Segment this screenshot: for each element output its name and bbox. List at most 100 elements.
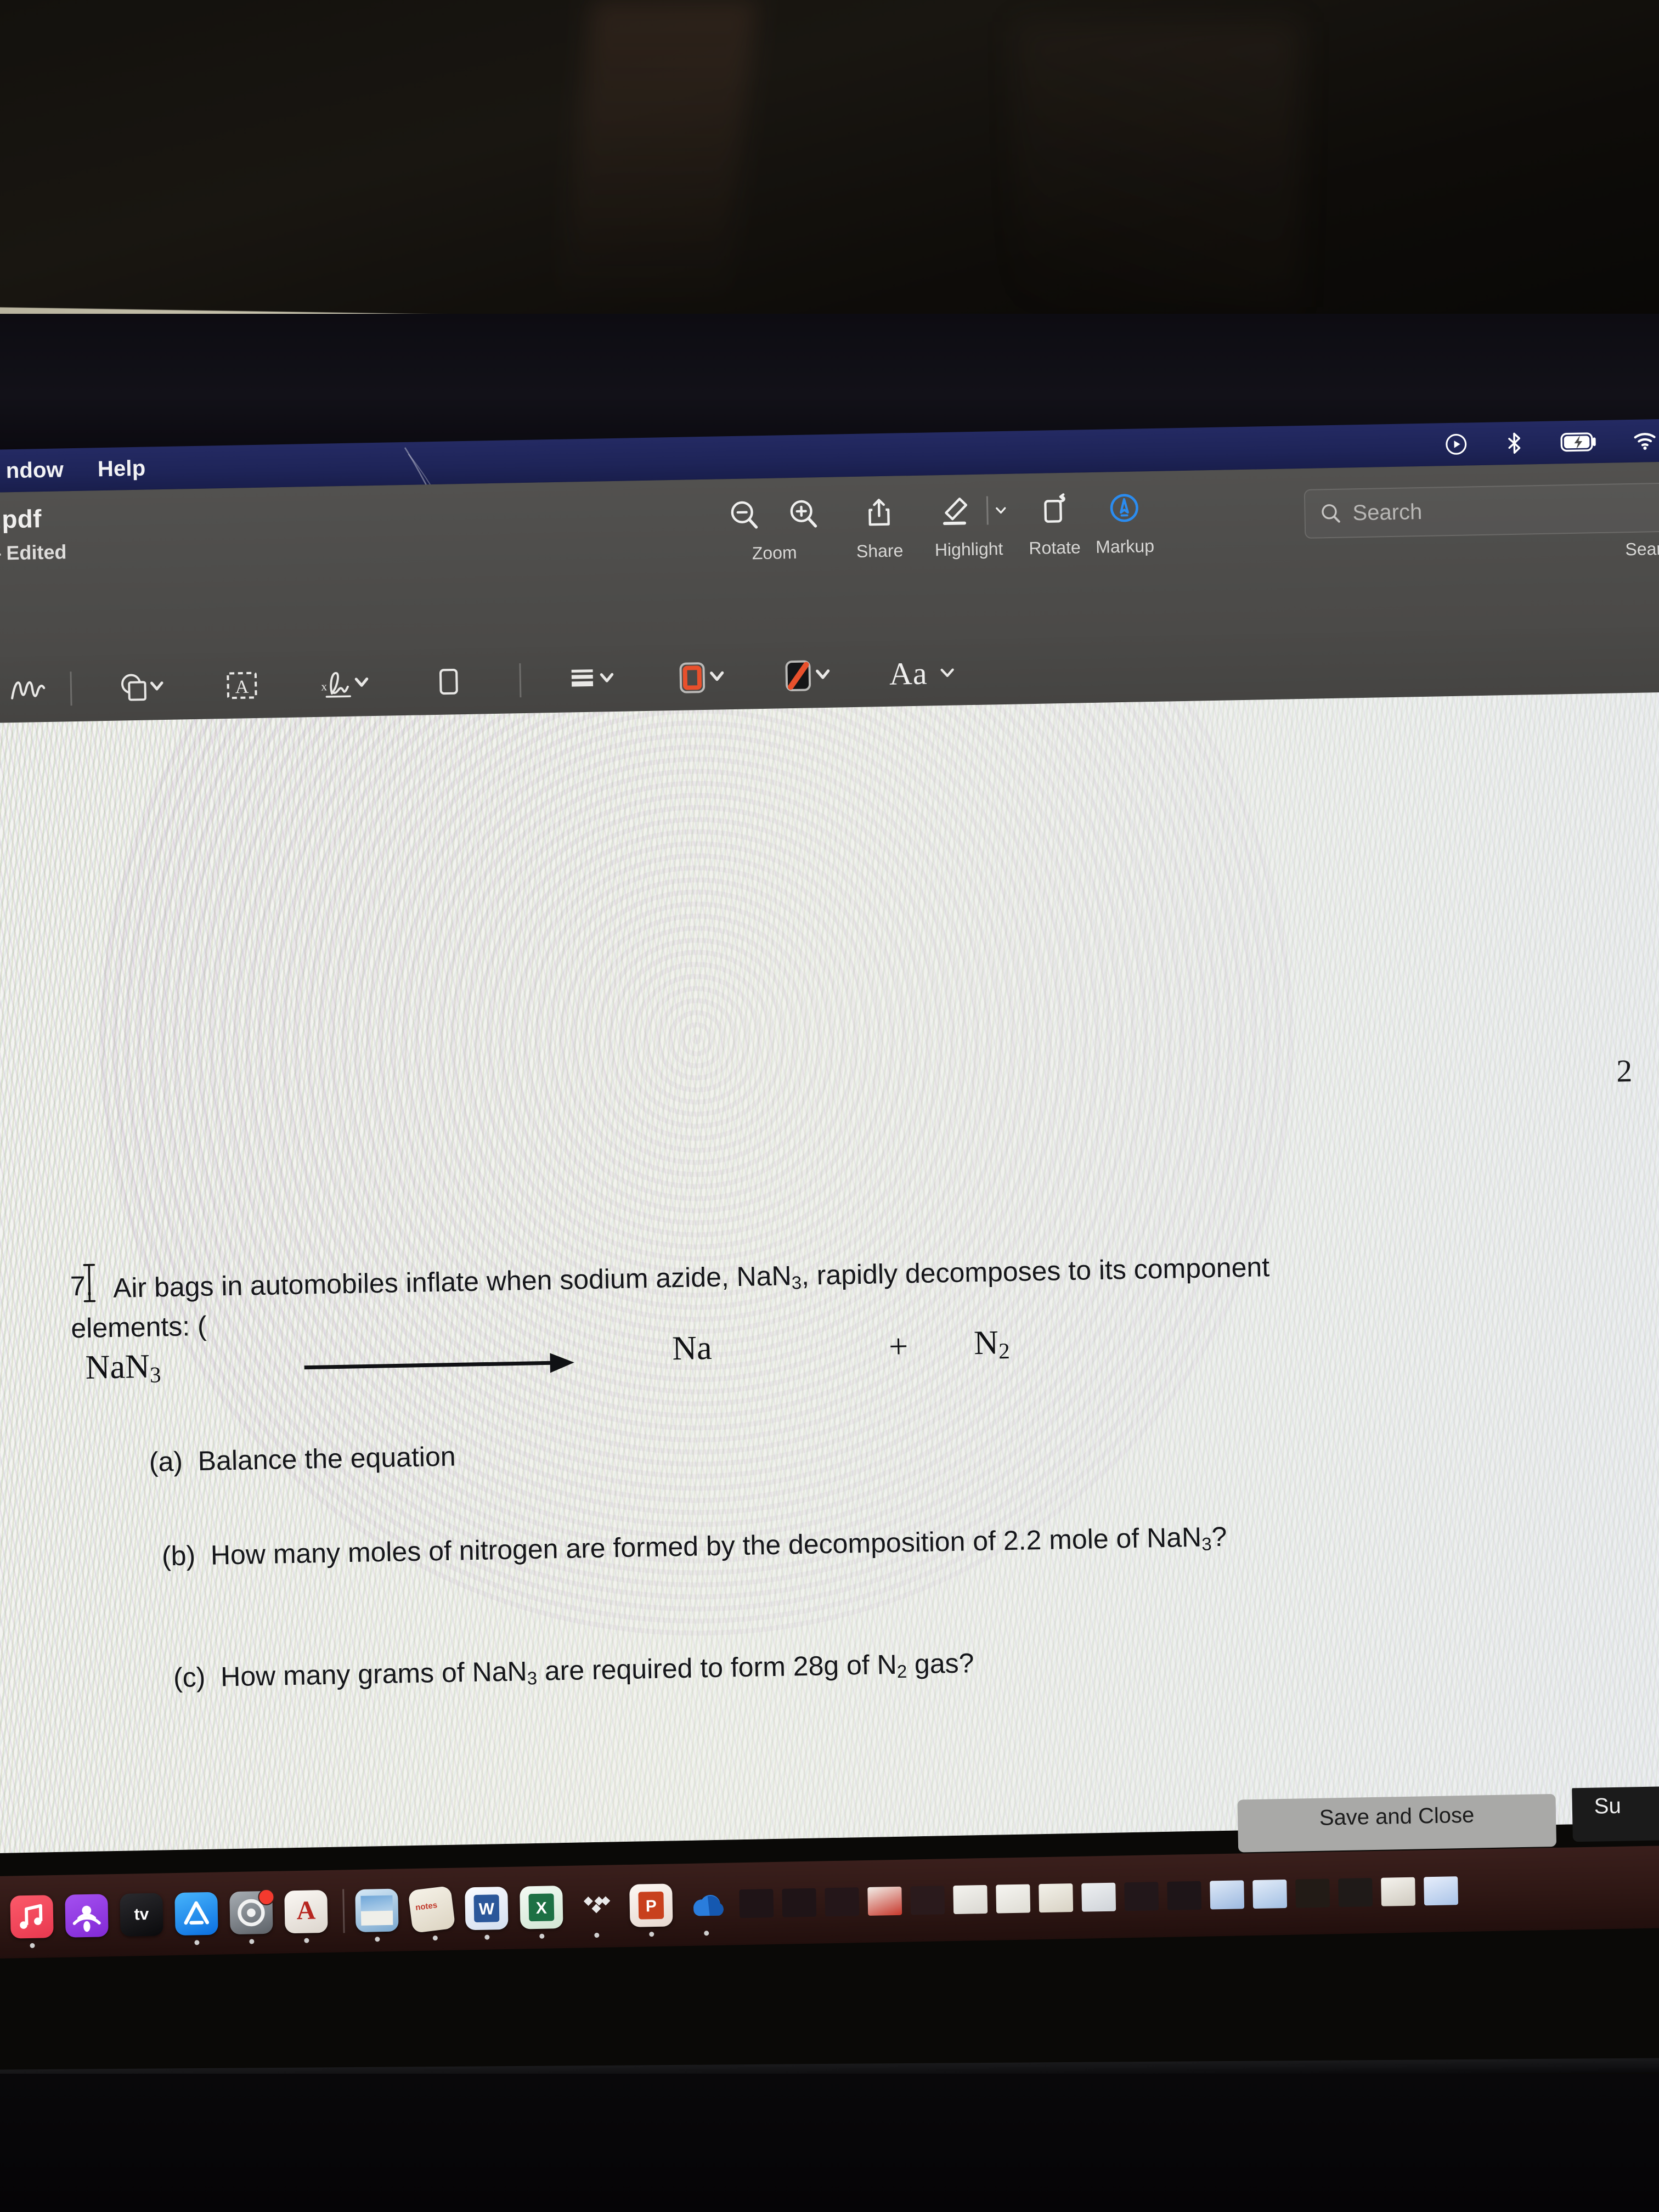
fill-color-icon	[785, 660, 830, 692]
background-app-buttons: Save and Close Su	[1210, 1785, 1659, 1855]
share-group: Share	[849, 482, 910, 562]
dock-minimized-window[interactable]	[1295, 1878, 1330, 1908]
question-line-2: elements: (	[70, 1310, 207, 1344]
dock-minimized-window[interactable]	[739, 1889, 774, 1918]
dock-minimized-window[interactable]	[1210, 1880, 1245, 1910]
dock-adobe-acrobat-icon[interactable]: A	[284, 1889, 328, 1943]
rotate-button[interactable]	[1024, 479, 1084, 539]
dock-minimized-window[interactable]	[1124, 1882, 1159, 1911]
share-button[interactable]	[849, 482, 909, 543]
text-style-label: Aa	[889, 655, 928, 692]
part-b-label: (b)	[161, 1540, 196, 1572]
highlight-menu-chevron[interactable]	[990, 481, 1012, 540]
highlight-button[interactable]	[924, 481, 985, 541]
border-color-tool-button[interactable]	[653, 643, 751, 710]
part-a-label: (a)	[149, 1446, 183, 1477]
dock-separator	[342, 1889, 345, 1933]
note-tool-button[interactable]	[409, 648, 487, 715]
dock-running-dot	[194, 1940, 200, 1945]
part-c-label: (c)	[173, 1661, 206, 1694]
dock-running-dot	[375, 1937, 380, 1942]
dock-running-dot	[249, 1939, 255, 1944]
rotate-group: Rotate	[1024, 479, 1085, 558]
dock-minimized-window[interactable]	[782, 1888, 817, 1917]
media-play-icon[interactable]	[1444, 432, 1469, 456]
laptop-screen: ndow Help 1.pdf Edited Zoom Share Highli…	[0, 419, 1659, 2073]
sketch-tool-button[interactable]	[0, 656, 71, 723]
reaction-arrow-icon	[304, 1353, 574, 1373]
dock-appstore-icon[interactable]	[174, 1892, 218, 1945]
battery-charging-icon[interactable]	[1560, 430, 1599, 454]
markup-label: Markup	[1095, 535, 1155, 557]
dock-minimized-window[interactable]	[996, 1884, 1031, 1914]
dock-running-dot	[30, 1943, 35, 1948]
dock-powerpoint-icon[interactable]: P	[629, 1883, 673, 1937]
dock-appletv-icon[interactable]: tv	[120, 1893, 163, 1937]
dock-minimized-window[interactable]	[1338, 1878, 1373, 1908]
dock-minimized-window[interactable]	[1039, 1883, 1074, 1913]
part-b: (b) How many moles of nitrogen are forme…	[161, 1518, 1227, 1576]
shapes-icon	[121, 674, 163, 701]
part-a-text: Balance the equation	[198, 1441, 456, 1477]
dock-word-icon[interactable]: W	[465, 1886, 509, 1940]
equation-reactant: NaN3	[85, 1347, 161, 1389]
part-a: (a) Balance the equation	[149, 1438, 456, 1481]
zoom-in-button[interactable]	[773, 484, 833, 544]
search-toolbar-label: Search	[1625, 538, 1659, 560]
markup-button[interactable]	[1094, 478, 1154, 538]
pdf-page[interactable]: 2 7. Air bags in automobiles inflate whe…	[0, 691, 1659, 1853]
dock-minimized-window[interactable]	[867, 1886, 902, 1916]
dock-preview-icon[interactable]	[355, 1888, 399, 1942]
menu-help[interactable]: Help	[97, 456, 145, 482]
text-tool-button[interactable]: A	[203, 652, 281, 719]
ambient-glow-2	[1015, 22, 1300, 307]
ambient-glow	[560, 0, 757, 307]
zoom-out-button[interactable]	[714, 485, 774, 545]
markup-group: Markup	[1094, 478, 1155, 557]
dock-minimized-window[interactable]	[953, 1884, 988, 1915]
dock-minimized-window[interactable]	[1424, 1876, 1459, 1906]
dock-running-dot	[484, 1934, 490, 1940]
note-icon	[439, 668, 458, 695]
question-line-1b: , rapidly decomposes to its component	[801, 1251, 1270, 1291]
dock-minimized-window[interactable]	[1167, 1881, 1202, 1910]
menu-bar-status-items	[1444, 419, 1657, 466]
dock-excel-icon[interactable]: X	[520, 1886, 563, 1939]
text-style-tool-button[interactable]: Aa	[868, 639, 979, 707]
laptop-screen-photo: ndow Help 1.pdf Edited Zoom Share Highli…	[0, 0, 1659, 2212]
dock-minimized-window[interactable]	[910, 1886, 945, 1915]
equation-product-2-formula: N	[973, 1324, 999, 1362]
red-scribble-annotation[interactable]	[242, 1842, 475, 1853]
fill-color-tool-button[interactable]	[759, 641, 856, 709]
part-c-sub-1: 3	[527, 1668, 538, 1689]
question-line-1a: Air bags in automobiles inflate when sod…	[112, 1260, 792, 1304]
dock-minimized-window[interactable]	[1381, 1877, 1416, 1906]
wifi-icon[interactable]	[1633, 428, 1657, 453]
macos-dock: tv A notes W X P	[0, 1844, 1659, 1959]
shapes-tool-button[interactable]	[99, 653, 182, 721]
dock-minimized-window[interactable]	[1252, 1879, 1288, 1909]
dock-onedrive-icon[interactable]	[684, 1883, 727, 1936]
text-box-icon: A	[227, 672, 257, 699]
share-label: Share	[856, 540, 904, 561]
equation-product-2-sub: 2	[998, 1339, 1011, 1364]
window-title-block: 1.pdf — Edited	[0, 503, 67, 565]
dock-minimized-window[interactable]	[825, 1887, 860, 1917]
svg-text:x: x	[321, 680, 327, 693]
dock-system-settings-icon[interactable]	[229, 1888, 275, 1944]
signature-tool-button[interactable]: x	[300, 650, 394, 717]
dock-music-icon[interactable]	[10, 1895, 54, 1948]
dock-podcasts-icon[interactable]	[65, 1894, 109, 1938]
dock-running-dot	[539, 1933, 545, 1939]
dock-notes-icon[interactable]: notes	[408, 1885, 456, 1941]
menu-window[interactable]: ndow	[5, 458, 64, 483]
dock-minimized-window[interactable]	[1081, 1882, 1116, 1912]
pdf-content: 2 7. Air bags in automobiles inflate whe…	[0, 692, 1659, 1853]
page-number: 2	[1616, 1053, 1633, 1089]
text-style-chevron-icon	[940, 668, 954, 678]
preview-toolbar: Zoom Share Highlight Rotate Markup	[714, 478, 1154, 565]
shape-style-tool-button[interactable]	[546, 645, 640, 713]
bluetooth-icon[interactable]	[1502, 431, 1527, 455]
dock-tidal-icon[interactable]	[574, 1884, 618, 1938]
search-field[interactable]: Search	[1304, 482, 1659, 539]
